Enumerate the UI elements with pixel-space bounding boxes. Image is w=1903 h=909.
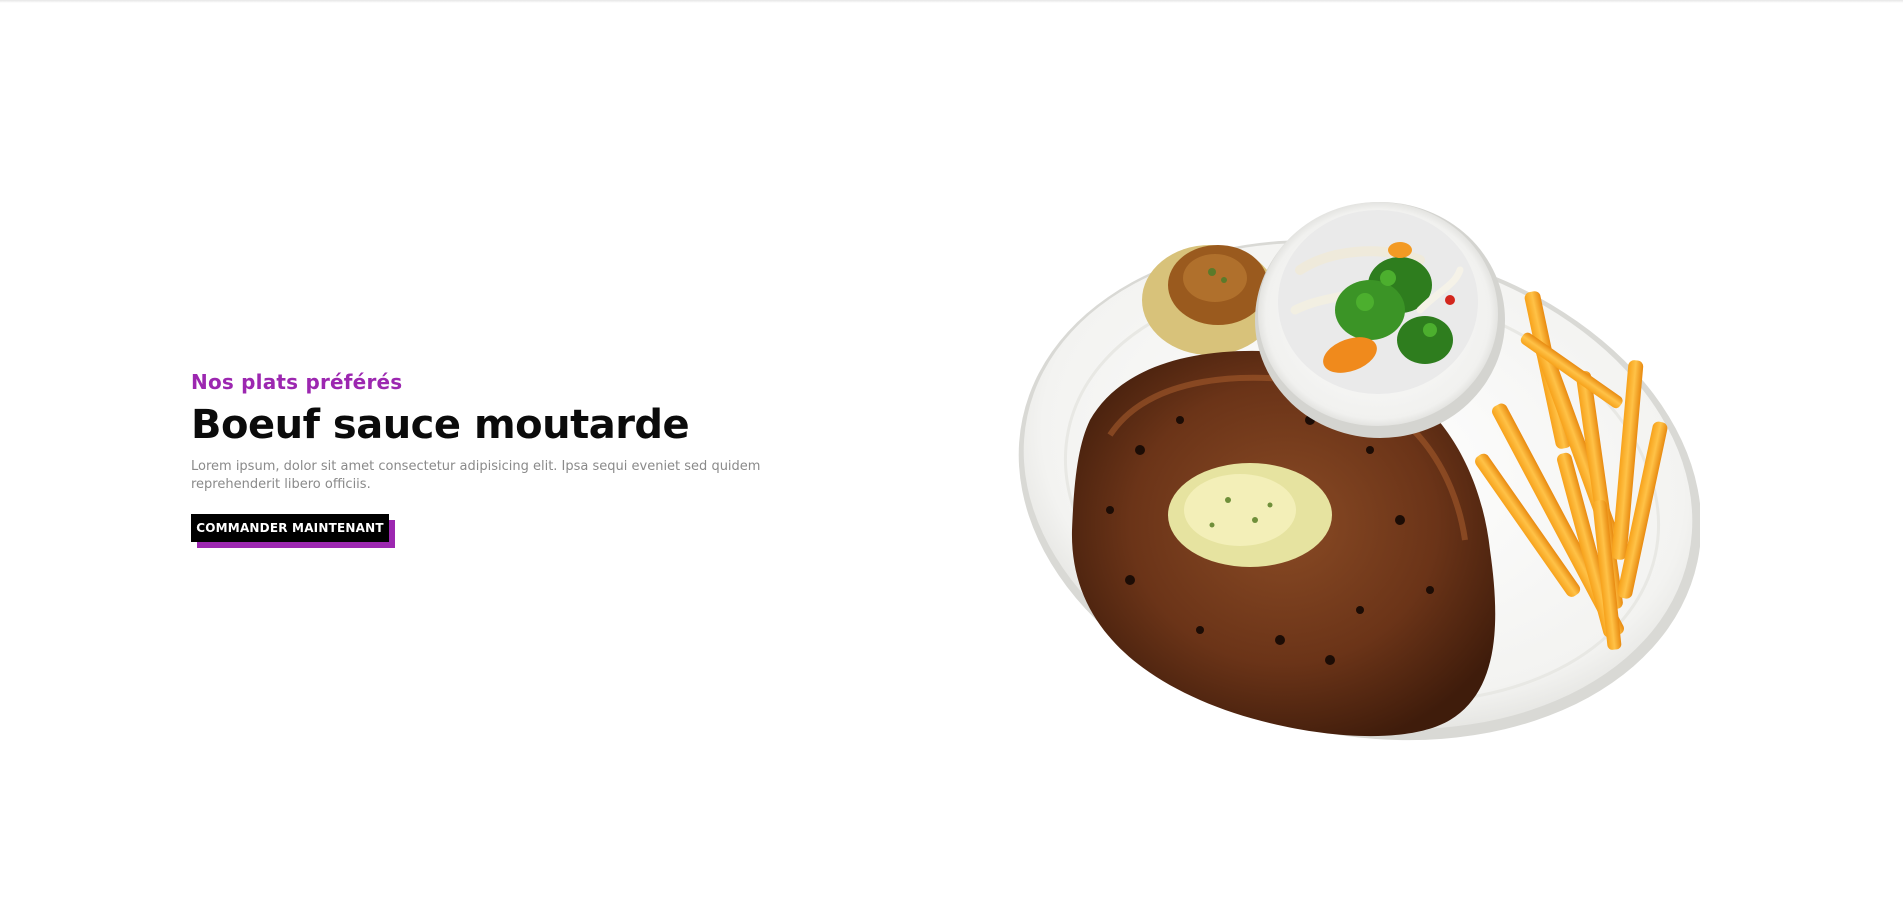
dish-illustration <box>1018 202 1702 741</box>
herb-butter <box>1168 463 1332 567</box>
hero-section: Nos plats préférés Boeuf sauce moutarde … <box>0 0 1903 909</box>
hero-title: Boeuf sauce moutarde <box>191 402 690 448</box>
dish-image <box>980 190 1702 750</box>
order-button-wrapper: COMMANDER MAINTENANT <box>191 514 395 548</box>
hero-subtitle: Nos plats préférés <box>191 370 403 394</box>
salad-bowl <box>1255 202 1505 438</box>
order-now-button[interactable]: COMMANDER MAINTENANT <box>191 514 389 542</box>
hero-content: Nos plats préférés Boeuf sauce moutarde … <box>191 370 831 548</box>
hero-description: Lorem ipsum, dolor sit amet consectetur … <box>191 459 761 492</box>
